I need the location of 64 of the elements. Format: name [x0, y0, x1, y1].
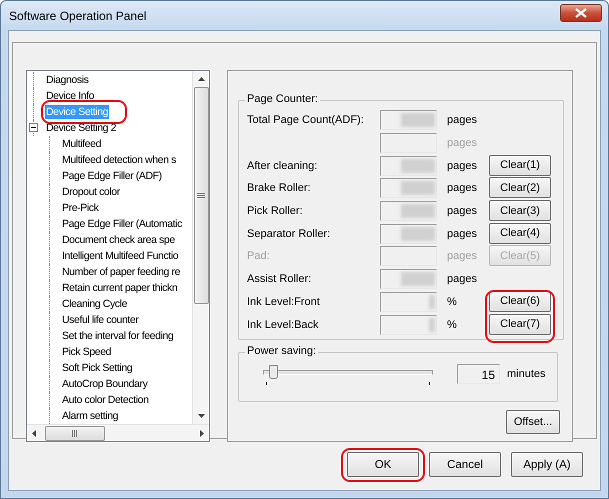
unit-label: pages [446, 182, 478, 194]
close-button[interactable] [560, 4, 602, 22]
field-label: Ink Level:Front [247, 296, 321, 308]
clear-button[interactable]: Clear(2) [489, 177, 551, 198]
tree-item[interactable]: Page Edge Filler (Automatic [61, 217, 183, 231]
field-label: Pick Roller: [247, 205, 304, 218]
tree-item[interactable]: Set the interval for feeding [61, 329, 174, 343]
unit-label: pages [446, 250, 478, 262]
group-title: Page Counter: [245, 93, 320, 105]
unit-label: pages [446, 114, 478, 126]
field-label: Assist Roller: [247, 273, 312, 286]
grip-icon [71, 430, 79, 436]
clear-button[interactable]: Clear(3) [489, 200, 551, 222]
clear-button[interactable]: Clear(6) [489, 290, 551, 312]
clear-button[interactable]: Clear(4) [489, 222, 551, 244]
tree-item[interactable]: Retain current paper thickn [61, 281, 178, 295]
tree-item[interactable]: Useful life counter [61, 313, 140, 327]
slider-thumb[interactable] [269, 365, 278, 379]
tree-item[interactable]: Auto color Detection [61, 393, 150, 407]
close-icon [575, 8, 587, 18]
collapse-icon[interactable] [29, 123, 38, 132]
window-title: Software Operation Panel [9, 8, 146, 22]
dialog-button[interactable]: Apply (A) [511, 452, 583, 477]
clear-button[interactable]: Clear(1) [489, 154, 551, 176]
tree-item[interactable]: Cleaning Cycle [61, 297, 128, 311]
tree-item[interactable]: Multifeed detection when s [61, 153, 177, 167]
tree-item[interactable]: Pre-Pick [61, 201, 100, 215]
tree-item[interactable]: Device Setting 2 [45, 121, 118, 135]
dialog-button[interactable]: OK [347, 452, 419, 477]
field-label: Pad: [247, 250, 271, 262]
unit-label: % [446, 318, 458, 331]
unit-label: pages [446, 137, 478, 150]
clear-button[interactable]: Clear(7) [489, 314, 551, 335]
slider[interactable] [263, 363, 433, 385]
unit-label: pages [446, 205, 478, 218]
field-label: Ink Level:Back [247, 318, 320, 331]
tree-item[interactable]: Intelligent Multifeed Functio [61, 249, 180, 263]
unit-label: minutes [507, 368, 546, 380]
horizontal-scrollbar[interactable] [27, 424, 209, 441]
tree-item[interactable]: Multifeed [61, 137, 102, 151]
unit-label: pages [446, 160, 478, 172]
minutes-field[interactable]: 15 [457, 364, 500, 384]
field-label: Brake Roller: [247, 182, 312, 194]
group-title: Power saving: [245, 345, 318, 357]
field-label: Separator Roller: [247, 228, 332, 240]
unit-label: pages [446, 273, 478, 286]
field-label: After cleaning: [247, 160, 318, 172]
tree-item[interactable]: Pick Speed [61, 345, 112, 359]
tree-item[interactable]: Dropout color [61, 185, 121, 199]
offset-button[interactable]: Offset... [506, 410, 560, 434]
tree-item[interactable]: Number of paper feeding re [61, 265, 182, 279]
grip-icon [197, 192, 205, 198]
vertical-scrollbar[interactable] [192, 71, 209, 424]
tree-item[interactable]: Device Info [45, 89, 96, 103]
tree-item[interactable]: Page Edge Filler (ADF) [61, 169, 163, 183]
tree-item[interactable]: Diagnosis [45, 73, 90, 87]
dialog-button[interactable]: Cancel [429, 452, 501, 477]
tree-item[interactable]: Document check area spe [61, 233, 176, 247]
tree-item[interactable]: Alarm setting [61, 409, 120, 423]
unit-label: pages [446, 228, 478, 240]
tree-item[interactable]: AutoCrop Boundary [61, 377, 148, 391]
tree-item[interactable]: Soft Pick Setting [61, 361, 134, 375]
field-label: Total Page Count(ADF): [247, 114, 365, 126]
unit-label: % [446, 296, 458, 308]
